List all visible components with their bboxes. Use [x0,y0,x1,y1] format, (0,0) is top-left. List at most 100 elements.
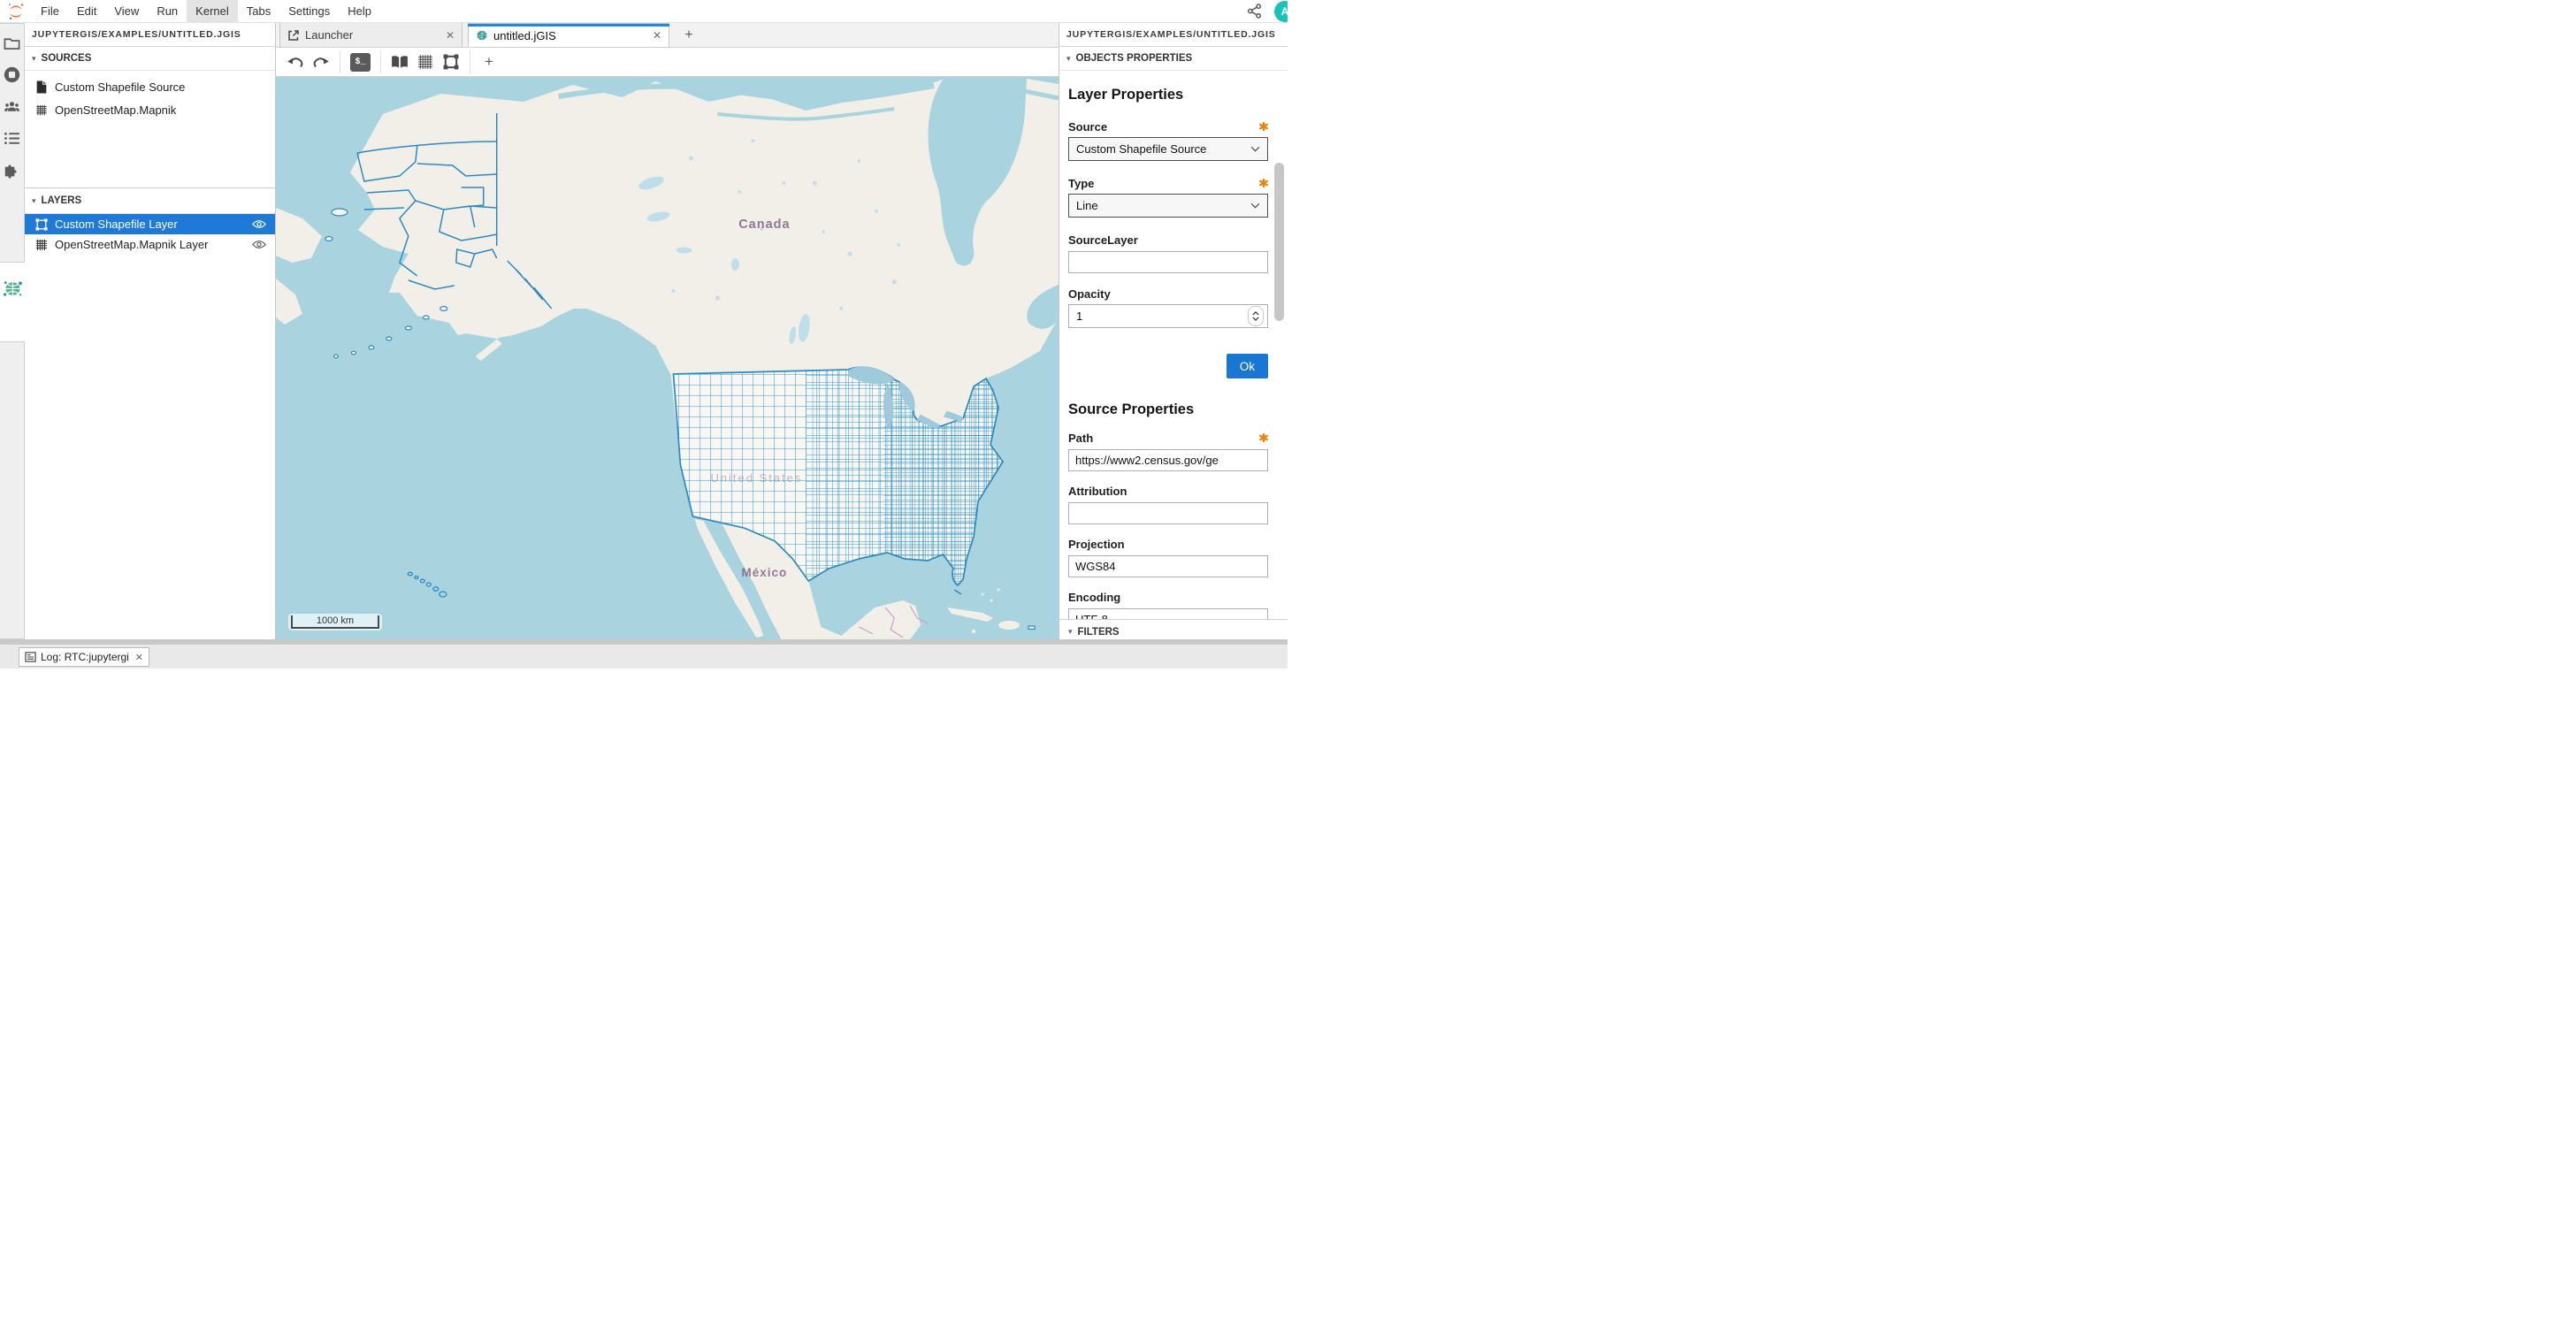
layer-item-osm[interactable]: OpenStreetMap.Mapnik Layer [25,234,275,255]
source-item-label: OpenStreetMap.Mapnik [55,103,176,117]
raster-grid-icon [35,239,48,251]
sourcelayer-input[interactable] [1068,251,1268,273]
opacity-field: Opacity 1 [1068,286,1268,327]
vector-polygon-icon [35,218,48,231]
jupyter-logo-icon [7,2,25,21]
log-icon [25,652,36,662]
menu-tabs[interactable]: Tabs [238,0,279,23]
attribution-field: Attribution [1068,484,1268,524]
launcher-icon [287,29,300,42]
running-kernels-icon[interactable] [4,66,20,83]
tab-untitled-jgis[interactable]: untitled.jGIS ✕ [468,23,669,47]
encoding-field: Encoding [1068,590,1268,619]
required-asterisk-icon [1259,179,1268,187]
log-console-tab[interactable]: Log: RTC:jupytergis/exampl ✕ [19,647,149,667]
left-sidebar-lower [0,341,25,639]
map-label-mexico: México [742,566,788,579]
tab-label: Launcher [305,28,353,42]
source-select[interactable]: Custom Shapefile Source [1068,137,1268,161]
source-select-value: Custom Shapefile Source [1076,142,1206,156]
left-panel: JUPYTERGIS/EXAMPLES/UNTITLED.JGIS ▾ SOUR… [25,23,276,639]
main-dock: Launcher ✕ untitled.jGIS ✕ + [276,23,1059,639]
menu-settings[interactable]: Settings [279,0,339,23]
share-icon[interactable] [1247,4,1262,19]
objects-properties-header[interactable]: ▾ OBJECTS PROPERTIES [1059,47,1288,71]
stepper-up-icon[interactable] [1252,311,1259,316]
opacity-input[interactable]: 1 [1068,304,1268,328]
type-select[interactable]: Line [1068,194,1268,218]
right-panel-scrollbar[interactable] [1274,163,1284,321]
caret-down-icon: ▾ [32,47,36,70]
menu-view[interactable]: View [105,0,148,23]
raster-grid-icon[interactable] [417,54,434,70]
opacity-stepper[interactable] [1248,306,1264,326]
add-layer-button[interactable]: + [480,54,498,70]
opacity-label: Opacity [1068,287,1111,301]
map-canvas[interactable]: United States [276,77,1059,639]
sources-section-header[interactable]: ▾ SOURCES [25,47,275,71]
jupytergis-globe-icon[interactable] [3,279,23,298]
tab-launcher[interactable]: Launcher ✕ [279,23,462,47]
close-icon[interactable]: ✕ [135,652,143,663]
required-asterisk-icon [1259,433,1268,442]
menu-file[interactable]: File [32,0,68,23]
source-item-label: Custom Shapefile Source [55,80,185,94]
source-properties-heading: Source Properties [1068,401,1268,418]
table-of-contents-icon[interactable] [4,130,20,147]
right-panel-title: JUPYTERGIS/EXAMPLES/UNTITLED.JGIS [1059,23,1288,47]
dock-tab-bar: Launcher ✕ untitled.jGIS ✕ + [276,23,1059,48]
caret-down-icon: ▾ [1068,627,1073,637]
source-field: Source Custom Shapefile Source [1068,119,1268,160]
source-item-osm[interactable]: OpenStreetMap.Mapnik [25,98,275,121]
undo-icon[interactable] [287,54,304,70]
path-input[interactable] [1068,449,1268,471]
attribution-input[interactable] [1068,502,1268,524]
layer-item-label: OpenStreetMap.Mapnik Layer [55,238,208,251]
console-icon[interactable]: $_ [350,53,371,72]
jupyterlab-window: File Edit View Run Kernel Tabs Settings … [0,0,1288,668]
type-field: Type Line [1068,176,1268,217]
collaborators-icon[interactable] [4,98,20,115]
encoding-input[interactable] [1068,608,1268,619]
jgis-toolbar: $_ + [276,48,1059,77]
visibility-eye-icon[interactable] [252,240,266,249]
sourcelayer-label: SourceLayer [1068,233,1138,247]
layers-section-header[interactable]: ▾ LAYERS [25,187,275,214]
identify-book-icon[interactable] [391,54,409,70]
extensions-icon[interactable] [4,162,20,179]
tab-label: untitled.jGIS [493,29,556,42]
close-icon[interactable]: ✕ [653,29,661,42]
filters-section-label: FILTERS [1078,627,1120,638]
vector-polygon-icon[interactable] [442,54,460,70]
toolbar-separator [380,50,381,73]
raster-grid-icon [35,104,48,116]
redo-icon[interactable] [312,54,330,70]
source-item-shapefile[interactable]: Custom Shapefile Source [25,75,275,98]
jgis-globe-icon [476,29,488,42]
menu-help[interactable]: Help [339,0,380,23]
right-panel: JUPYTERGIS/EXAMPLES/UNTITLED.JGIS ▾ OBJE… [1059,23,1288,644]
type-select-value: Line [1076,199,1098,212]
log-tab-label: Log: RTC:jupytergis/exampl [41,651,129,663]
left-panel-title: JUPYTERGIS/EXAMPLES/UNTITLED.JGIS [25,23,275,47]
source-label: Source [1068,120,1107,134]
ok-button[interactable]: Ok [1227,354,1268,378]
stepper-down-icon[interactable] [1252,317,1259,321]
close-icon[interactable]: ✕ [446,29,455,42]
encoding-label: Encoding [1068,591,1120,604]
file-browser-icon[interactable] [4,34,20,51]
opacity-value: 1 [1076,309,1082,323]
caret-down-icon: ▾ [32,189,36,212]
objects-properties-label: OBJECTS PROPERTIES [1076,47,1193,70]
menu-kernel[interactable]: Kernel [187,0,238,23]
projection-input[interactable] [1068,555,1268,577]
caret-down-icon: ▾ [1066,47,1071,70]
new-tab-button[interactable]: + [676,23,701,47]
projection-field: Projection [1068,537,1268,577]
map-render: United States [276,77,1059,639]
user-avatar[interactable]: A [1274,1,1288,22]
layer-item-shapefile[interactable]: Custom Shapefile Layer [25,214,275,234]
menu-edit[interactable]: Edit [68,0,105,23]
menu-run[interactable]: Run [148,0,187,23]
visibility-eye-icon[interactable] [252,219,266,229]
